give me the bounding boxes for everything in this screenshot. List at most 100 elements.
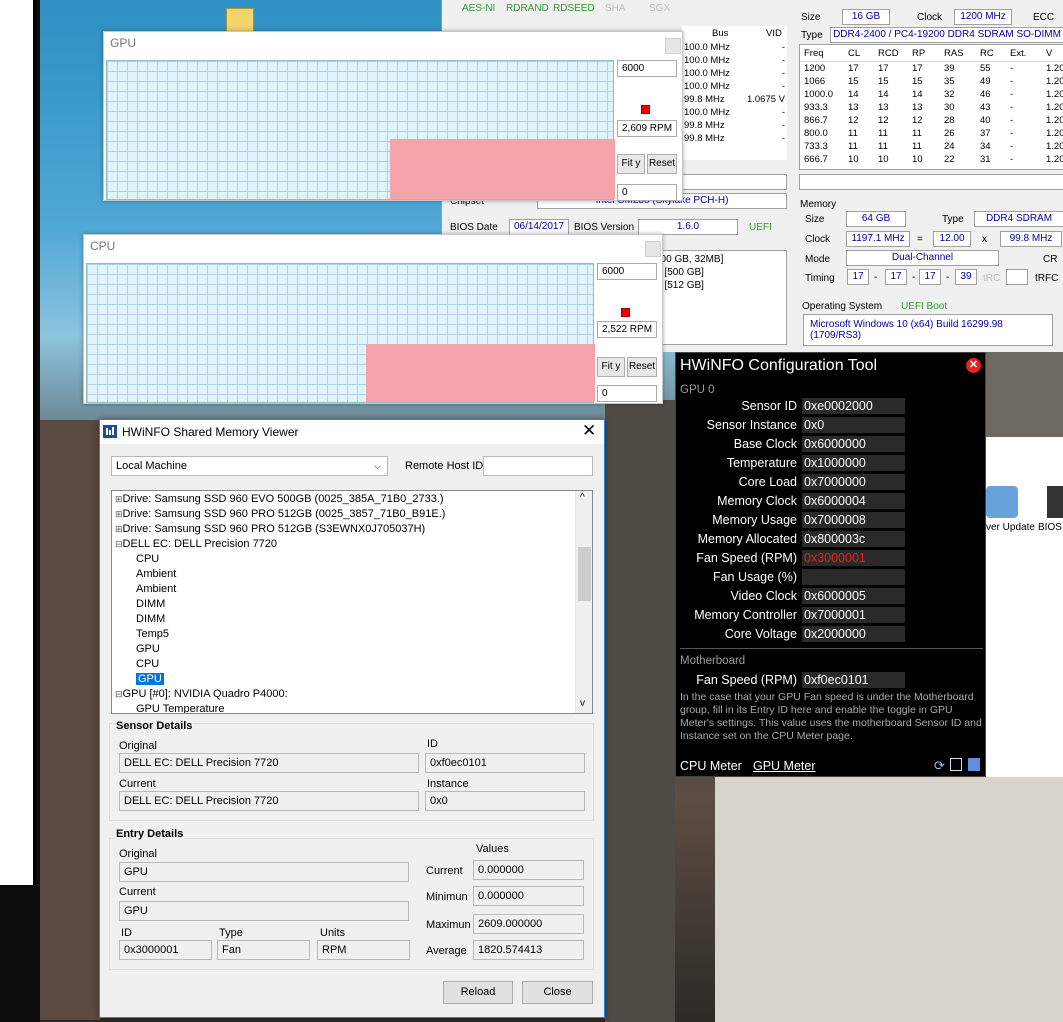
timing-cell: 39 <box>944 63 955 74</box>
remote-host-input[interactable] <box>483 456 593 476</box>
config-row-input[interactable]: 0x6000004 <box>802 493 905 509</box>
timing-cell: 1.20 <box>1046 102 1063 113</box>
timing-cell: - <box>1010 141 1014 152</box>
config-row-input[interactable]: 0x800003c <box>802 531 905 547</box>
driver-update-icon[interactable] <box>986 486 1018 518</box>
tree-leaf[interactable]: Ambient <box>136 567 176 582</box>
gpu-max-field[interactable]: 6000 <box>617 60 677 77</box>
shortcut-label[interactable]: BIOS <box>1038 522 1062 533</box>
timing-cell: 15 <box>848 76 859 87</box>
machine-select[interactable]: Local Machine ⌵ <box>111 456 388 476</box>
gpu-min-field[interactable]: 0 <box>617 184 677 201</box>
timing-cell: 11 <box>878 141 888 152</box>
shortcut-label[interactable]: ver Update <box>986 522 1035 533</box>
config-row-input[interactable]: 0x1000000 <box>802 455 905 471</box>
close-icon[interactable]: ✕ <box>582 421 596 441</box>
config-row-input[interactable]: 0xe0002000 <box>802 398 905 414</box>
config-row-input[interactable]: 0x6000000 <box>802 436 905 452</box>
reload-button[interactable]: Reload <box>443 981 513 1004</box>
cpu-feature-rdrand: RDRAND <box>506 3 549 14</box>
config-row: Memory Allocated 0x800003c <box>676 530 987 548</box>
book-icon[interactable] <box>950 758 962 771</box>
tree-leaf[interactable]: Temp5 <box>136 627 169 642</box>
timing-cell: 1.20 <box>1046 141 1063 152</box>
config-row: Memory Usage 0x7000008 <box>676 511 987 529</box>
tree-node[interactable]: ⊟GPU [#0]: NVIDIA Quadro P4000: <box>115 687 288 702</box>
bus-value: 100.0 MHz <box>684 42 730 53</box>
timing-cell: 1.20 <box>1046 128 1063 139</box>
gpu-series-color-icon[interactable] <box>639 103 652 116</box>
gpu-fit-button[interactable]: Fit y <box>617 154 645 174</box>
scroll-up-icon[interactable]: ^ <box>580 492 585 503</box>
timing-cell: 11 <box>912 141 922 152</box>
timing-col-header: RAS <box>944 48 964 59</box>
expand-icon[interactable]: ⊞ <box>115 509 123 519</box>
timing-cell: 11 <box>848 128 858 139</box>
scroll-thumb[interactable] <box>578 547 591 601</box>
config-row-input[interactable]: 0x0 <box>802 417 905 433</box>
tab-gpu-meter[interactable]: GPU Meter <box>753 759 816 773</box>
tab-cpu-meter[interactable]: CPU Meter <box>680 759 742 773</box>
cpu-reset-button[interactable]: Reset <box>627 357 657 377</box>
smv-title: HWiNFO Shared Memory Viewer <box>122 425 299 439</box>
vid-value: - <box>781 81 785 92</box>
config-row-input[interactable]: 0x7000000 <box>802 474 905 490</box>
settings-icon[interactable] <box>968 758 980 771</box>
cpu-graph-fill <box>366 344 595 402</box>
sensor-tree[interactable]: ^ v ⊞Drive: Samsung SSD 960 EVO 500GB (0… <box>111 490 593 714</box>
cpu-min-field[interactable]: 0 <box>597 385 657 402</box>
timing-cell: 1200 <box>804 63 826 74</box>
close-button[interactable]: Close <box>522 981 593 1004</box>
close-button[interactable] <box>645 241 661 257</box>
vid-value: 1.0675 V <box>746 94 785 105</box>
tree-leaf[interactable]: GPU <box>136 642 160 657</box>
mb-fan-input[interactable]: 0xf0ec0101 <box>802 672 905 688</box>
config-row-input[interactable] <box>802 569 905 585</box>
cpu-graph-window[interactable]: CPU 6000 2,522 RPM Fit y Reset 0 <box>83 234 663 404</box>
expand-icon[interactable]: ⊞ <box>115 524 123 534</box>
timing-cell: 30 <box>944 102 955 113</box>
smv-titlebar[interactable]: HWiNFO Shared Memory Viewer ✕ <box>100 420 604 444</box>
cpu-series-color-icon[interactable] <box>619 306 632 319</box>
config-tool-window[interactable]: HWiNFO Configuration Tool ✕ GPU 0 Sensor… <box>675 352 986 777</box>
memory-clock-value: 1197.1 MHz <box>846 231 910 247</box>
cpu-feature-sha: SHA <box>605 3 626 14</box>
close-icon[interactable]: ✕ <box>966 358 981 373</box>
tree-node[interactable]: ⊞Drive: Samsung SSD 960 EVO 500GB (0025_… <box>115 492 444 507</box>
config-row-label: Temperature <box>726 456 797 470</box>
cpu-max-field[interactable]: 6000 <box>597 263 657 280</box>
cpu-fit-button[interactable]: Fit y <box>597 357 625 377</box>
tree-leaf[interactable]: Ambient <box>136 582 176 597</box>
tree-leaf[interactable]: DIMM <box>136 597 165 612</box>
config-row-input[interactable]: 0x6000005 <box>802 588 905 604</box>
tree-node[interactable]: ⊟DELL EC: DELL Precision 7720 <box>115 537 277 552</box>
expand-icon[interactable]: ⊞ <box>115 494 123 504</box>
tree-leaf[interactable]: CPU <box>136 552 159 567</box>
gpu-reset-button[interactable]: Reset <box>647 154 677 174</box>
close-button[interactable] <box>665 38 681 54</box>
config-row-input[interactable]: 0x7000008 <box>802 512 905 528</box>
shared-memory-viewer-window[interactable]: HWiNFO Shared Memory Viewer ✕ Local Mach… <box>99 419 605 1018</box>
bus-value: 99.8 MHz <box>684 133 725 144</box>
bios-icon[interactable] <box>1047 486 1063 518</box>
config-row-input[interactable]: 0x2000000 <box>802 626 905 642</box>
config-row-input[interactable]: 0x3000001 <box>802 550 905 566</box>
bios-date-label: BIOS Date <box>450 222 498 233</box>
tree-leaf[interactable]: GPU <box>136 672 164 687</box>
collapse-icon[interactable]: ⊟ <box>115 689 123 699</box>
tree-leaf[interactable]: GPU Temperature <box>136 702 224 713</box>
tree-scrollbar[interactable]: ^ v <box>575 491 592 713</box>
sensor-current-label: Current <box>119 778 156 790</box>
tree-node[interactable]: ⊞Drive: Samsung SSD 960 PRO 512GB (0025_… <box>115 507 445 522</box>
tree-leaf[interactable]: CPU <box>136 657 159 672</box>
scroll-down-icon[interactable]: v <box>580 698 585 709</box>
gpu-graph-plot <box>106 60 615 200</box>
tree-leaf[interactable]: DIMM <box>136 612 165 627</box>
collapse-icon[interactable]: ⊟ <box>115 539 123 549</box>
timing-cell: - <box>1010 115 1014 126</box>
config-row-input[interactable]: 0x7000001 <box>802 607 905 623</box>
tree-item-label: DIMM <box>136 598 166 610</box>
gpu-graph-window[interactable]: GPU 6000 2,609 RPM Fit y Reset 0 <box>103 31 683 201</box>
refresh-icon[interactable]: ⟳ <box>934 758 945 774</box>
tree-node[interactable]: ⊞Drive: Samsung SSD 960 PRO 512GB (S3EWN… <box>115 522 425 537</box>
